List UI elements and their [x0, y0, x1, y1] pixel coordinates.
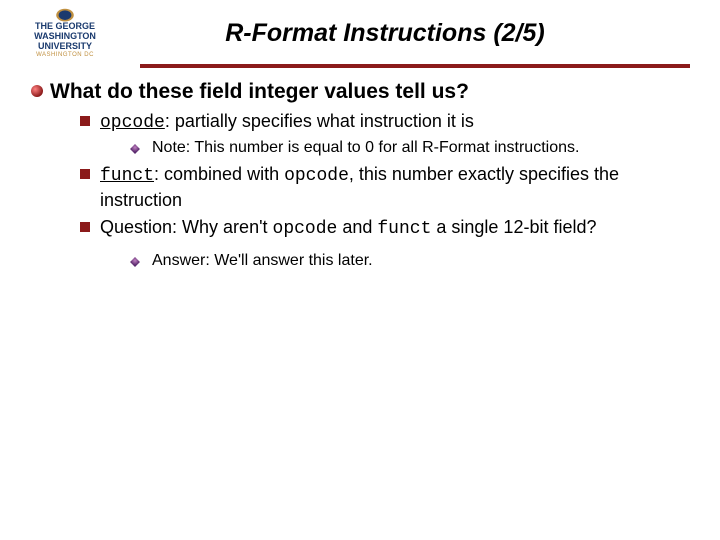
level2-text: opcode: partially specifies what instruc… — [100, 110, 474, 135]
level3-item: Answer: We'll answer this later. — [130, 252, 690, 270]
level2-item: opcode: partially specifies what instruc… — [80, 110, 690, 135]
level3-text: Note: This number is equal to 0 for all … — [152, 139, 579, 157]
bullet-square-icon — [80, 116, 90, 126]
slide-title: R-Format Instructions (2/5) — [130, 19, 700, 48]
logo-crest-icon — [53, 8, 77, 22]
bullet-sphere-icon — [30, 84, 44, 98]
slide-content: What do these field integer values tell … — [0, 80, 720, 270]
bullet-diamond-icon — [130, 144, 140, 154]
bullet-square-icon — [80, 169, 90, 179]
bullet-square-icon — [80, 222, 90, 232]
level3-text: Answer: We'll answer this later. — [152, 252, 373, 270]
level2-text: funct: combined with opcode, this number… — [100, 163, 690, 212]
university-logo: THE GEORGE WASHINGTON UNIVERSITY WASHING… — [20, 8, 110, 58]
level3-item: Note: This number is equal to 0 for all … — [130, 139, 690, 157]
level2-item: funct: combined with opcode, this number… — [80, 163, 690, 212]
level1-text: What do these field integer values tell … — [50, 80, 469, 104]
logo-subtext: WASHINGTON DC — [36, 52, 94, 58]
slide-header: THE GEORGE WASHINGTON UNIVERSITY WASHING… — [0, 0, 720, 58]
level1-item: What do these field integer values tell … — [30, 80, 690, 104]
bullet-diamond-icon — [130, 257, 140, 267]
logo-text: THE GEORGE WASHINGTON UNIVERSITY — [34, 22, 96, 52]
title-rule — [140, 64, 690, 68]
level2-item: Question: Why aren't opcode and funct a … — [80, 216, 690, 241]
level2-text: Question: Why aren't opcode and funct a … — [100, 216, 597, 241]
